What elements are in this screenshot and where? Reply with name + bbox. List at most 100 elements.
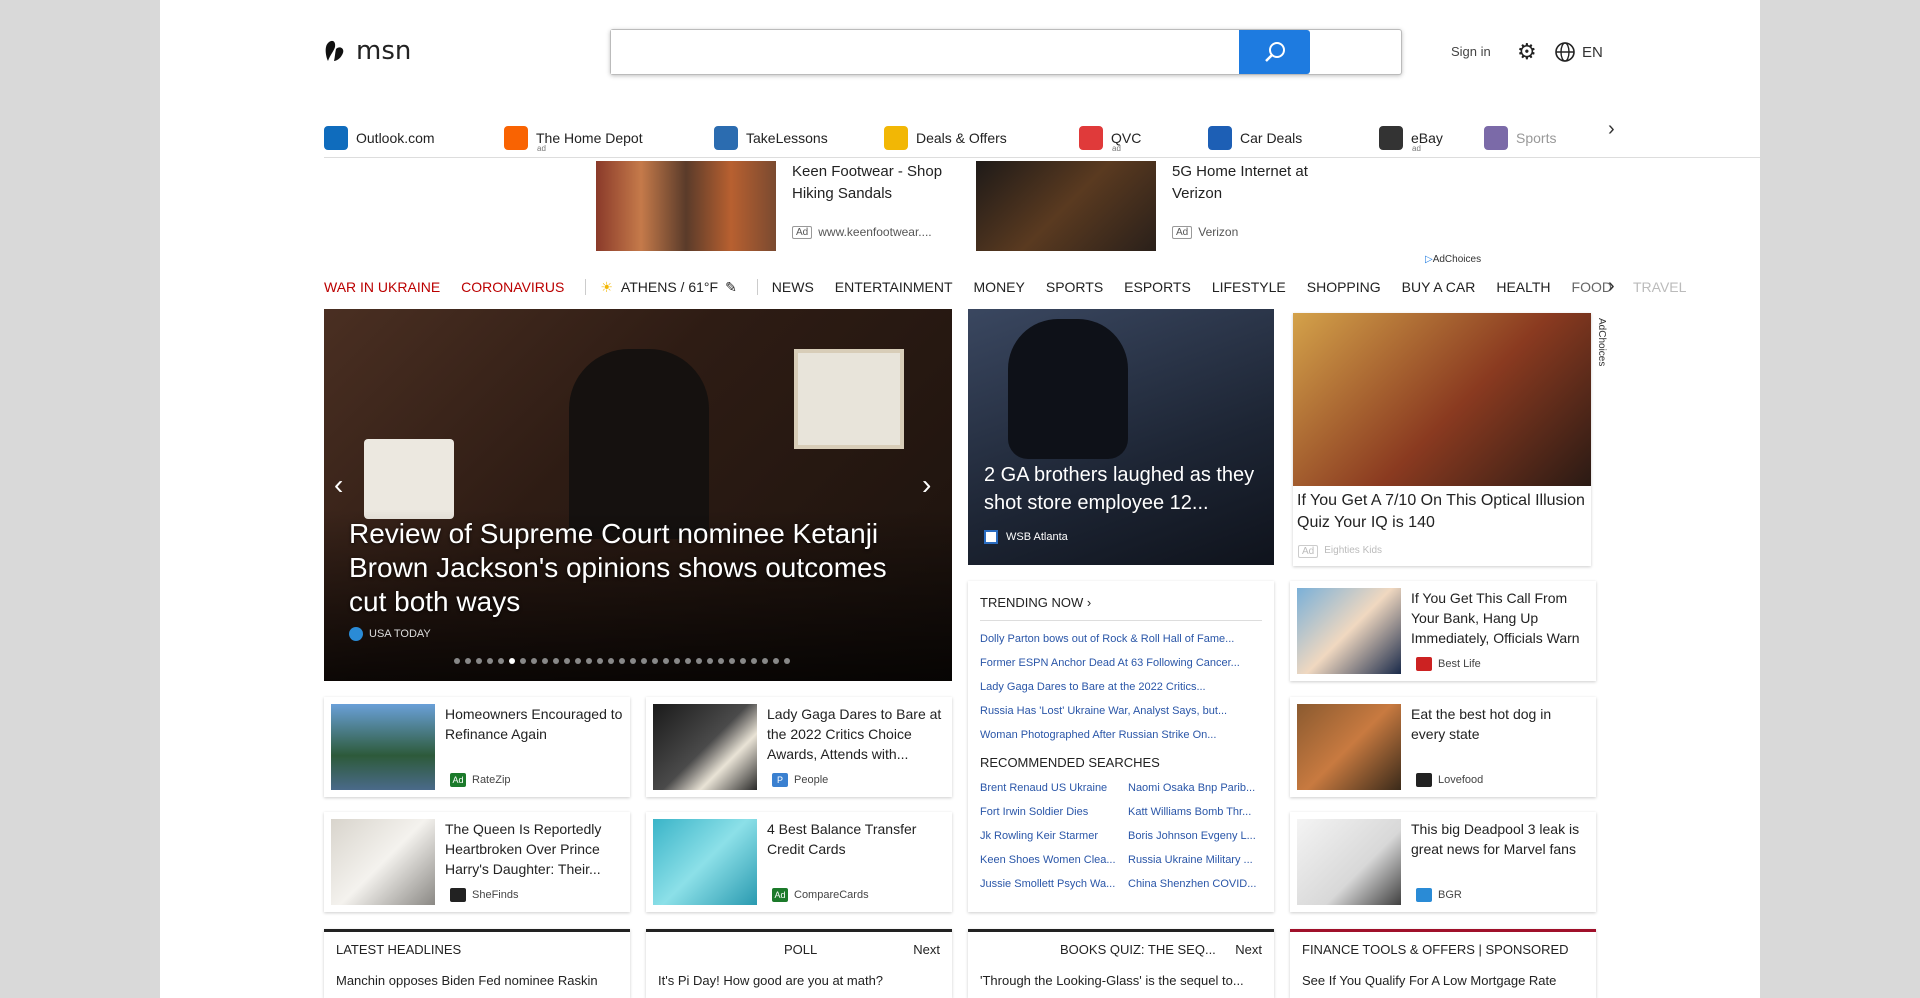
bottom-module-title[interactable]: LATEST HEADLINES [336,942,461,957]
recommended-search-item[interactable]: Boris Johnson Evgeny L... [1128,830,1264,842]
carousel-dot[interactable] [553,658,559,664]
carousel-dot[interactable] [619,658,625,664]
trending-item[interactable]: Former ESPN Anchor Dead At 63 Following … [980,657,1262,669]
quick-link-outlook-com[interactable]: Outlook.com [324,125,435,150]
carousel-dot[interactable] [751,658,757,664]
carousel-dot[interactable] [641,658,647,664]
nav-item-buy-a-car[interactable]: BUY A CAR [1402,279,1476,295]
hero-title[interactable]: Review of Supreme Court nominee Ketanji … [349,517,929,619]
bottom-module[interactable]: POLL Next It's Pi Day! How good are you at… [646,929,952,998]
news-card[interactable]: Eat the best hot dog in every state Lovef… [1290,697,1596,797]
recommended-search-item[interactable]: Keen Shoes Women Clea... [980,854,1128,866]
settings-button[interactable]: ⚙ [1517,39,1537,65]
carousel-dot[interactable] [608,658,614,664]
quick-link-car-deals[interactable]: Car Deals [1208,125,1302,150]
carousel-dot[interactable] [586,658,592,664]
carousel-dot[interactable] [652,658,658,664]
ad-card-keen[interactable]: Keen Footwear - Shop Hiking Sandals Ad w… [596,161,952,251]
carousel-dot[interactable] [784,658,790,664]
bottom-module-body[interactable]: See If You Qualify For A Low Mortgage Ra… [1290,973,1596,988]
news-card[interactable]: This big Deadpool 3 leak is great news f… [1290,812,1596,912]
trending-header[interactable]: TRENDING NOW › [980,595,1262,621]
nav-item-news[interactable]: NEWS [772,279,814,295]
carousel-dot[interactable] [685,658,691,664]
carousel-dot[interactable] [476,658,482,664]
bottom-module-body[interactable]: Manchin opposes Biden Fed nominee Raskin [324,973,630,988]
news-card[interactable]: 4 Best Balance Transfer Credit Cards Ad Co… [646,812,952,912]
nav-item-entertainment[interactable]: ENTERTAINMENT [835,279,953,295]
next-button[interactable]: Next [913,942,940,957]
nav-item-travel[interactable]: TRAVEL [1633,279,1686,295]
recommended-search-item[interactable]: Russia Ukraine Military ... [1128,854,1264,866]
trending-item[interactable]: Lady Gaga Dares to Bare at the 2022 Crit… [980,681,1262,693]
nav-item-health[interactable]: HEALTH [1496,279,1550,295]
carousel-dot[interactable] [542,658,548,664]
msn-logo[interactable]: msn [324,36,411,66]
trending-item[interactable]: Woman Photographed After Russian Strike … [980,729,1262,741]
news-card[interactable]: If You Get This Call From Your Bank, Han… [1290,581,1596,681]
edit-icon[interactable]: ✎ [725,279,737,296]
adchoices-vertical[interactable]: AdChoices [1596,318,1607,366]
adchoices-link[interactable]: ▷AdChoices [1425,254,1481,265]
carousel-dot[interactable] [575,658,581,664]
search-button[interactable] [1239,30,1310,74]
carousel-dot[interactable] [531,658,537,664]
sign-in-link[interactable]: Sign in [1451,44,1491,59]
nav-item-sports[interactable]: SPORTS [1046,279,1103,295]
carousel-dot[interactable] [707,658,713,664]
ad-card-optical-illusion[interactable]: If You Get A 7/10 On This Optical Illusi… [1293,313,1591,566]
quick-link-sports[interactable]: Sports [1484,125,1556,150]
nav-item-athens-61-f[interactable]: ATHENS / 61°F [621,279,718,295]
quick-link-takelessons[interactable]: TakeLessons [714,125,828,150]
nav-item-food[interactable]: FOOD [1572,279,1612,295]
quick-link-qvc[interactable]: QVC ad [1079,125,1141,153]
nav-item-money[interactable]: MONEY [974,279,1025,295]
recommended-search-item[interactable]: Jk Rowling Keir Starmer [980,830,1128,842]
recommended-search-item[interactable]: Fort Irwin Soldier Dies [980,806,1128,818]
carousel-prev-button[interactable]: ‹ [334,469,343,501]
news-card[interactable]: Homeowners Encouraged to Refinance Again… [324,697,630,797]
carousel-dot[interactable] [762,658,768,664]
nav-item-war-in-ukraine[interactable]: WAR IN UKRAINE [324,279,440,295]
bottom-module[interactable]: FINANCE TOOLS & OFFERS | SPONSORED See If… [1290,929,1596,998]
carousel-dot[interactable] [729,658,735,664]
search-input[interactable] [611,30,1241,74]
nav-item-esports[interactable]: ESPORTS [1124,279,1191,295]
carousel-dot[interactable] [487,658,493,664]
quick-link-ebay[interactable]: eBay ad [1379,125,1443,153]
carousel-dot[interactable] [674,658,680,664]
carousel-dot[interactable] [696,658,702,664]
carousel-dot[interactable] [663,658,669,664]
carousel-dot[interactable] [597,658,603,664]
recommended-search-item[interactable]: China Shenzhen COVID... [1128,878,1264,890]
news-card[interactable]: The Queen Is Reportedly Heartbroken Over… [324,812,630,912]
recommended-search-item[interactable]: Jussie Smollett Psych Wa... [980,878,1128,890]
nav-item-lifestyle[interactable]: LIFESTYLE [1212,279,1286,295]
carousel-dot[interactable] [498,658,504,664]
carousel-dot[interactable] [773,658,779,664]
recommended-search-item[interactable]: Naomi Osaka Bnp Parib... [1128,782,1264,794]
carousel-dot[interactable] [630,658,636,664]
trending-item[interactable]: Dolly Parton bows out of Rock & Roll Hal… [980,633,1262,645]
carousel-dot[interactable] [520,658,526,664]
carousel-dot[interactable] [564,658,570,664]
nav-item-shopping[interactable]: SHOPPING [1307,279,1381,295]
carousel-next-button[interactable]: › [922,469,931,501]
bottom-module-body[interactable]: 'Through the Looking-Glass' is the seque… [968,973,1274,988]
bottom-module[interactable]: BOOKS QUIZ: THE SEQ... Next 'Through the L… [968,929,1274,998]
quick-links-next-button[interactable]: › [1608,118,1615,141]
language-selector[interactable]: EN [1554,41,1603,63]
carousel-dot[interactable] [465,658,471,664]
bottom-module[interactable]: LATEST HEADLINES Manchin opposes Biden Fe… [324,929,630,998]
carousel-dot[interactable] [718,658,724,664]
news-card[interactable]: Lady Gaga Dares to Bare at the 2022 Crit… [646,697,952,797]
carousel-dot[interactable] [454,658,460,664]
nav-next-button[interactable]: › [1608,275,1615,298]
carousel-dot[interactable] [509,658,515,664]
quick-link-the-home-depot[interactable]: The Home Depot ad [504,125,643,153]
quick-link-deals-offers[interactable]: Deals & Offers [884,125,1007,150]
ad-card-verizon[interactable]: 5G Home Internet at Verizon Ad Verizon [976,161,1322,251]
next-button[interactable]: Next [1235,942,1262,957]
trending-item[interactable]: Russia Has 'Lost' Ukraine War, Analyst S… [980,705,1262,717]
bottom-module-body[interactable]: It's Pi Day! How good are you at math? [646,973,952,988]
